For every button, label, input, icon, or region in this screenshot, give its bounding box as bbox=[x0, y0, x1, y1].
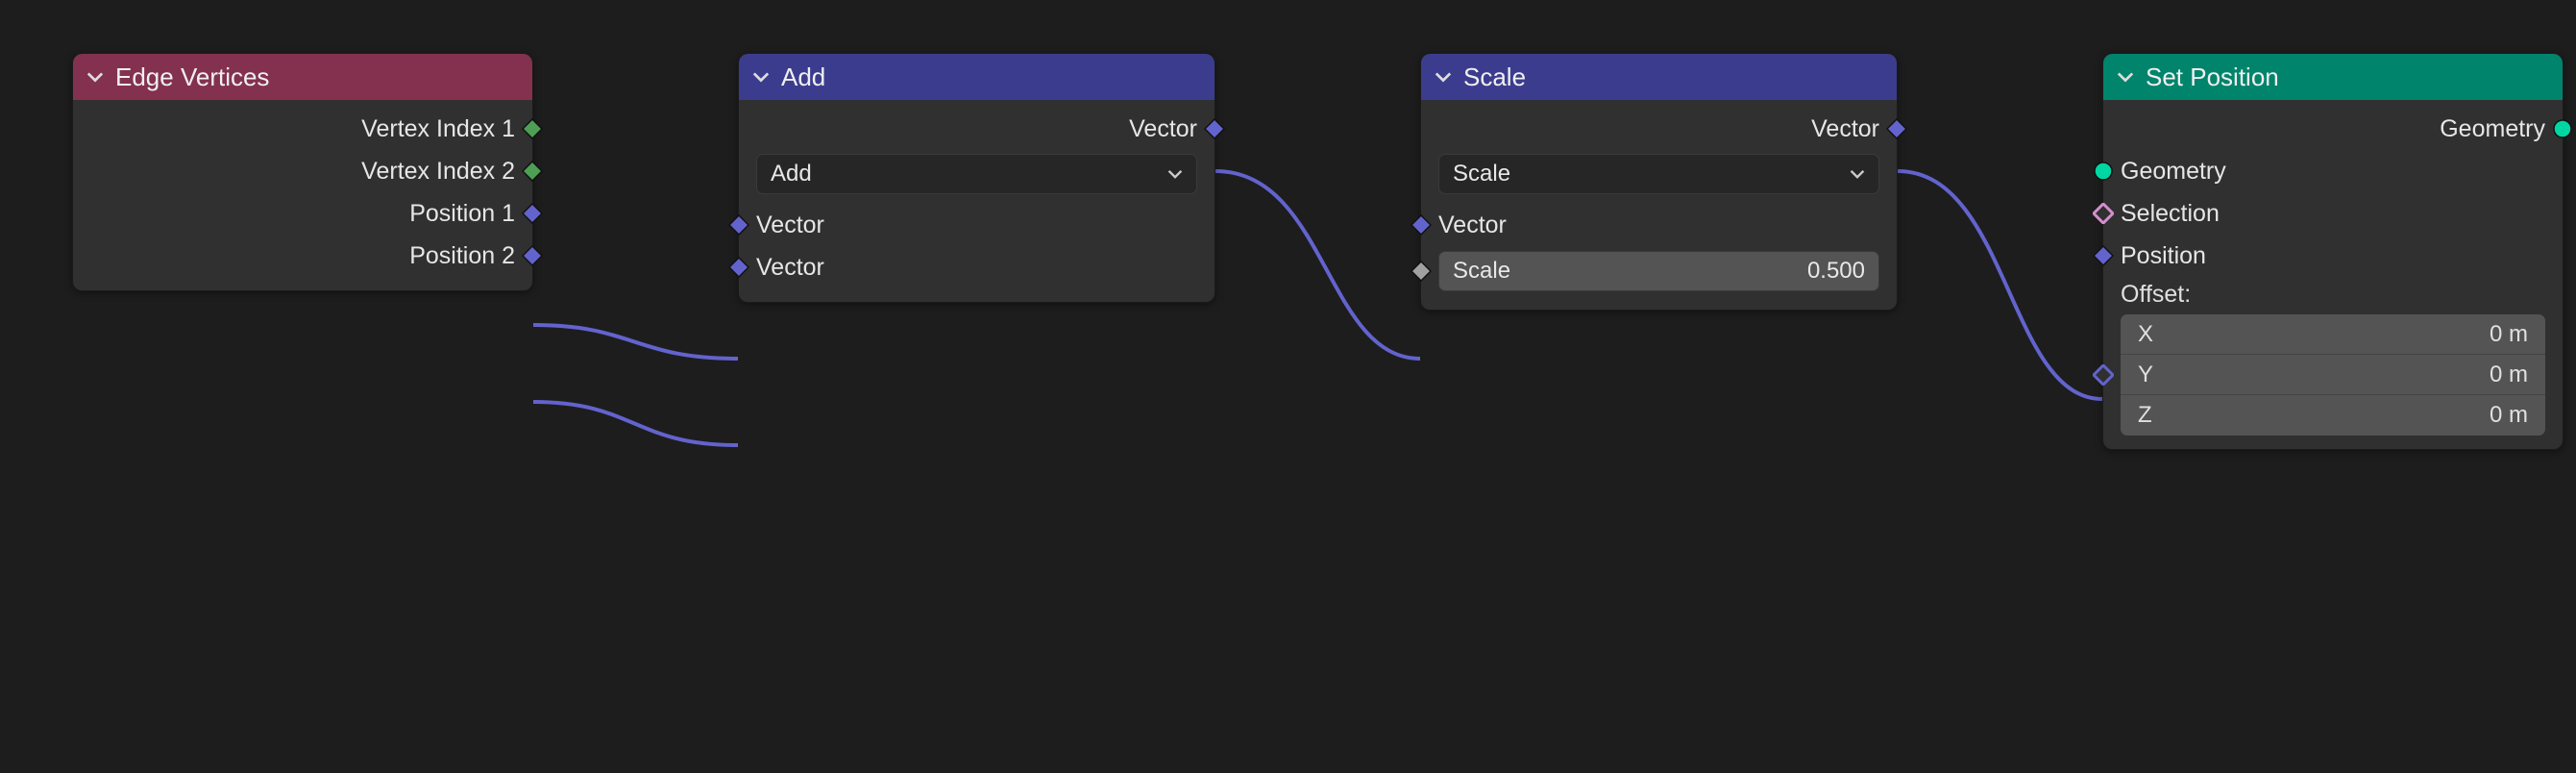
node-title: Scale bbox=[1463, 62, 1526, 92]
node-edge-vertices[interactable]: Edge Vertices Vertex Index 1 Vertex Inde… bbox=[72, 53, 533, 291]
scale-value-field[interactable]: Scale 0.500 bbox=[1438, 251, 1879, 291]
node-title: Set Position bbox=[2146, 62, 2279, 92]
output-vector[interactable]: Vector bbox=[739, 108, 1214, 150]
input-position[interactable]: Position bbox=[2103, 235, 2563, 277]
chevron-down-icon bbox=[752, 68, 770, 86]
socket-vector-icon[interactable] bbox=[522, 245, 543, 266]
input-geometry[interactable]: Geometry bbox=[2103, 150, 2563, 192]
node-header[interactable]: Edge Vertices bbox=[73, 54, 532, 100]
offset-vector-field[interactable]: X 0 m Y 0 m Z 0 m bbox=[2121, 314, 2545, 436]
offset-y[interactable]: Y 0 m bbox=[2121, 355, 2545, 395]
socket-selection-icon[interactable] bbox=[2093, 203, 2114, 224]
node-add[interactable]: Add Vector Add Vector Vector bbox=[738, 53, 1215, 303]
operation-dropdown[interactable]: Scale bbox=[1438, 154, 1879, 194]
output-vertex-index-1[interactable]: Vertex Index 1 bbox=[73, 108, 532, 150]
socket-vector-icon[interactable] bbox=[2093, 245, 2114, 266]
socket-vector-icon[interactable] bbox=[728, 214, 749, 236]
socket-geometry-icon[interactable] bbox=[2552, 118, 2573, 139]
input-vector-b[interactable]: Vector bbox=[739, 246, 1214, 288]
chevron-down-icon bbox=[1435, 68, 1452, 86]
offset-x[interactable]: X 0 m bbox=[2121, 314, 2545, 355]
node-scale[interactable]: Scale Vector Scale Vector Scale bbox=[1420, 53, 1898, 311]
socket-vector-icon[interactable] bbox=[522, 203, 543, 224]
socket-geometry-icon[interactable] bbox=[2093, 161, 2114, 182]
operation-dropdown[interactable]: Add bbox=[756, 154, 1197, 194]
socket-vector-icon[interactable] bbox=[728, 257, 749, 278]
output-vertex-index-2[interactable]: Vertex Index 2 bbox=[73, 150, 532, 192]
socket-vector-icon[interactable] bbox=[1204, 118, 1225, 139]
node-header[interactable]: Scale bbox=[1421, 54, 1897, 100]
socket-float-icon[interactable] bbox=[1411, 261, 1432, 282]
node-title: Edge Vertices bbox=[115, 62, 269, 92]
node-set-position[interactable]: Set Position Geometry Geometry Selection… bbox=[2102, 53, 2564, 450]
socket-vector-icon[interactable] bbox=[2093, 364, 2114, 386]
offset-z[interactable]: Z 0 m bbox=[2121, 395, 2545, 436]
offset-label: Offset: bbox=[2103, 277, 2563, 314]
chevron-down-icon bbox=[1167, 166, 1183, 182]
input-selection[interactable]: Selection bbox=[2103, 192, 2563, 235]
node-title: Add bbox=[781, 62, 825, 92]
chevron-down-icon bbox=[2117, 68, 2134, 86]
input-vector[interactable]: Vector bbox=[1421, 204, 1897, 246]
socket-vector-icon[interactable] bbox=[1411, 214, 1432, 236]
socket-vector-icon[interactable] bbox=[1886, 118, 1907, 139]
node-header[interactable]: Add bbox=[739, 54, 1214, 100]
input-scale[interactable]: Scale 0.500 bbox=[1421, 246, 1897, 296]
socket-integer-icon[interactable] bbox=[522, 161, 543, 182]
output-position-1[interactable]: Position 1 bbox=[73, 192, 532, 235]
input-vector-a[interactable]: Vector bbox=[739, 204, 1214, 246]
node-header[interactable]: Set Position bbox=[2103, 54, 2563, 100]
chevron-down-icon bbox=[86, 68, 104, 86]
output-vector[interactable]: Vector bbox=[1421, 108, 1897, 150]
output-position-2[interactable]: Position 2 bbox=[73, 235, 532, 277]
socket-integer-icon[interactable] bbox=[522, 118, 543, 139]
chevron-down-icon bbox=[1850, 166, 1865, 182]
output-geometry[interactable]: Geometry bbox=[2103, 108, 2563, 150]
